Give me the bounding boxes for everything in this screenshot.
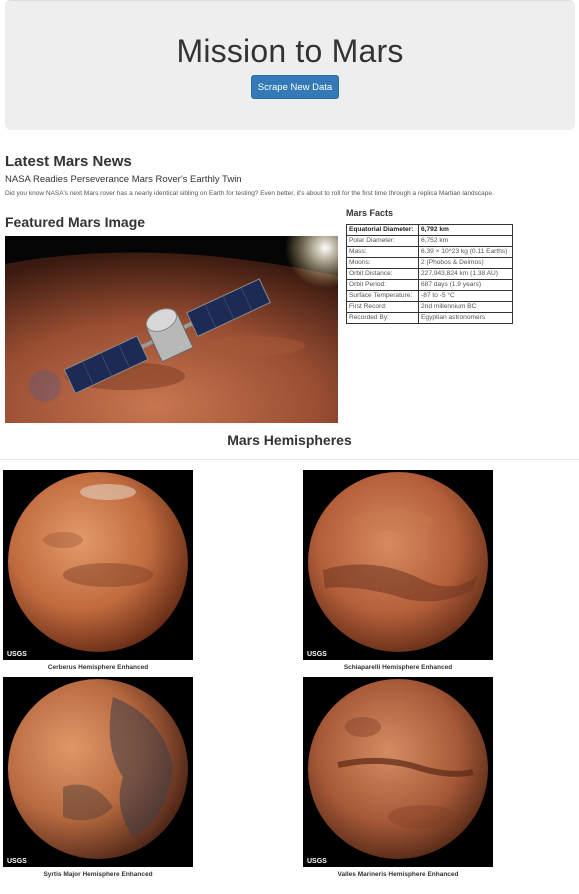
fact-label: Mass: — [346, 246, 419, 258]
hemisphere-card-valles-marineris: USGS Valles Marineris Hemisphere Enhance… — [303, 677, 493, 878]
table-row: Surface Temperature: -87 to -5 °C — [346, 290, 513, 302]
fact-label: Moons: — [346, 257, 419, 269]
fact-value: -87 to -5 °C — [418, 290, 513, 302]
fact-label: Polar Diameter: — [346, 235, 419, 247]
hemisphere-card-syrtis-major: USGS Syrtis Major Hemisphere Enhanced — [3, 677, 193, 878]
table-row: Polar Diameter: 6,752 km — [346, 235, 513, 247]
mars-globe-image: USGS — [303, 470, 493, 660]
table-row: Mass: 6.39 × 10^23 kg (0.11 Earths) — [346, 246, 513, 258]
mars-facts-heading: Mars Facts — [346, 208, 394, 218]
svg-text:USGS: USGS — [307, 651, 327, 658]
mars-globe-image: USGS — [3, 677, 193, 867]
mars-globe-image: USGS — [3, 470, 193, 660]
spacecraft-over-mars-image — [5, 208, 365, 423]
hemisphere-caption: Valles Marineris Hemisphere Enhanced — [337, 871, 459, 878]
fact-label: Surface Temperature: — [346, 290, 419, 302]
news-title: NASA Readies Perseverance Mars Rover's E… — [5, 174, 242, 185]
jumbotron-header: Mission to Mars Scrape New Data — [5, 0, 575, 130]
hemisphere-card-schiaparelli: USGS Schiaparelli Hemisphere Enhanced — [303, 470, 493, 671]
table-row: Recorded By: Egyptian astronomers — [346, 312, 513, 324]
scrape-new-data-button[interactable]: Scrape New Data — [251, 75, 339, 99]
fact-value: 687 days (1.9 years) — [418, 279, 513, 291]
latest-news-heading: Latest Mars News — [5, 153, 132, 170]
featured-image-heading: Featured Mars Image — [5, 214, 146, 230]
table-row: First Record: 2nd millennium BC — [346, 301, 513, 313]
news-paragraph: Did you know NASA's next Mars rover has … — [5, 190, 494, 197]
featured-mars-image — [5, 208, 365, 423]
hemisphere-caption: Cerberus Hemisphere Enhanced — [47, 664, 149, 671]
fact-value: 6,792 km — [418, 224, 513, 236]
section-divider — [0, 459, 579, 460]
mars-facts-table: Equatorial Diameter: 6,792 km Polar Diam… — [346, 224, 513, 324]
hemisphere-caption: Schiaparelli Hemisphere Enhanced — [343, 664, 453, 671]
table-row: Orbit Distance: 227,943,824 km (1.38 AU) — [346, 268, 513, 280]
svg-text:USGS: USGS — [7, 858, 27, 865]
hemisphere-caption: Syrtis Major Hemisphere Enhanced — [43, 871, 153, 878]
fact-label: Orbit Distance: — [346, 268, 419, 280]
fact-value: 6.39 × 10^23 kg (0.11 Earths) — [418, 246, 513, 258]
fact-value: 2nd millennium BC — [418, 301, 513, 313]
fact-value: 227,943,824 km (1.38 AU) — [418, 268, 513, 280]
table-row: Equatorial Diameter: 6,792 km — [346, 224, 513, 236]
fact-label: Orbit Period: — [346, 279, 419, 291]
fact-value: Egyptian astronomers — [418, 312, 513, 324]
fact-label: Equatorial Diameter: — [346, 224, 419, 236]
fact-label: First Record: — [346, 301, 419, 313]
fact-value: 2 (Phobos & Deimos) — [418, 257, 513, 269]
table-row: Orbit Period: 687 days (1.9 years) — [346, 279, 513, 291]
mars-globe-image: USGS — [303, 677, 493, 867]
fact-label: Recorded By: — [346, 312, 419, 324]
hemisphere-card-cerberus: USGS Cerberus Hemisphere Enhanced — [3, 470, 193, 671]
fact-value: 6,752 km — [418, 235, 513, 247]
table-row: Moons: 2 (Phobos & Deimos) — [346, 257, 513, 269]
svg-text:USGS: USGS — [307, 858, 327, 865]
svg-text:USGS: USGS — [7, 651, 27, 658]
page-title: Mission to Mars — [176, 33, 404, 69]
mars-hemispheres-heading: Mars Hemispheres — [227, 432, 352, 448]
